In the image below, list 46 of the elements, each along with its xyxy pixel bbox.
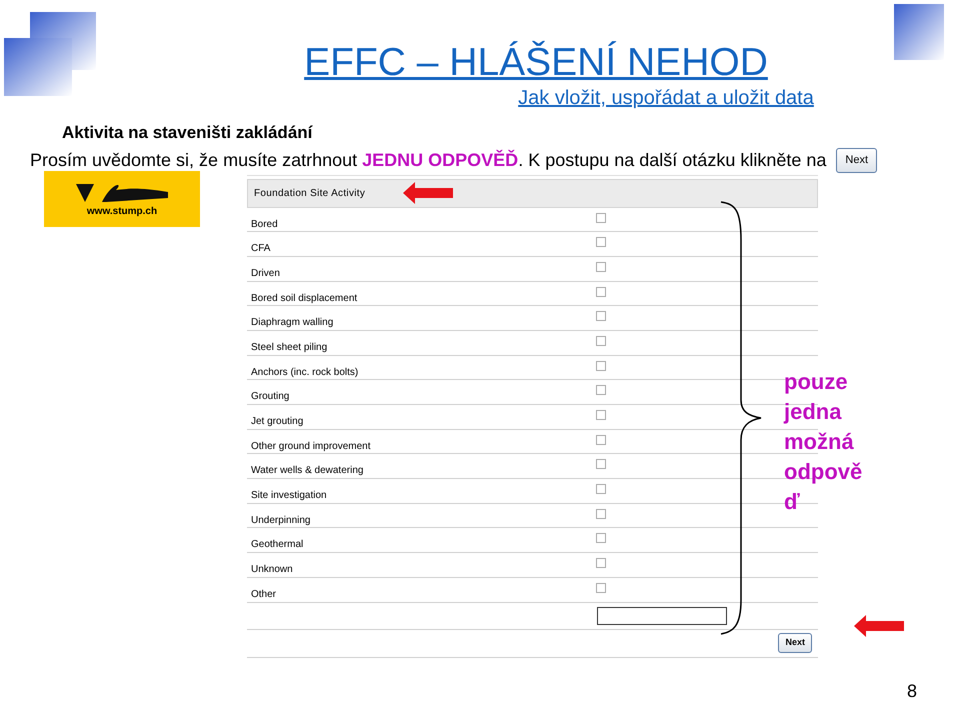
checkbox[interactable] bbox=[596, 237, 606, 248]
checkbox[interactable] bbox=[596, 484, 606, 494]
checkbox[interactable] bbox=[596, 434, 606, 445]
option-label: Driven bbox=[250, 266, 281, 281]
checkbox[interactable] bbox=[596, 212, 606, 222]
option-label: Geothermal bbox=[250, 538, 304, 552]
option-label: Anchors (inc. rock bolts) bbox=[250, 366, 360, 380]
checkbox[interactable] bbox=[596, 262, 606, 272]
option-label: Other ground improvement bbox=[250, 440, 372, 454]
square-decoration-drawing bbox=[894, 2, 944, 62]
checkbox[interactable] bbox=[596, 508, 606, 519]
checkbox[interactable] bbox=[596, 286, 606, 297]
slide-subtitle: Jak vložit, uspořádat a uložit data bbox=[518, 86, 814, 110]
page-number: 8 bbox=[906, 680, 917, 703]
arrow-icon bbox=[403, 182, 454, 204]
option-label: Diaphragm walling bbox=[250, 316, 334, 330]
checkbox[interactable] bbox=[596, 459, 606, 470]
next-button[interactable]: Next bbox=[836, 148, 878, 172]
next-button[interactable]: Next bbox=[778, 633, 812, 653]
arrow-icon bbox=[854, 614, 904, 636]
checkbox[interactable] bbox=[596, 311, 606, 322]
checkbox[interactable] bbox=[596, 336, 606, 346]
checkbox[interactable] bbox=[596, 533, 606, 544]
checkbox[interactable] bbox=[596, 558, 606, 568]
option-label: Grouting bbox=[250, 390, 290, 404]
option-label: CFA bbox=[250, 242, 272, 256]
option-label: Steel sheet piling bbox=[250, 340, 328, 355]
logo-url: www.stump.ch bbox=[86, 206, 158, 218]
option-label: Bored bbox=[250, 218, 279, 232]
checkbox[interactable] bbox=[596, 410, 606, 420]
option-label: Site investigation bbox=[250, 489, 328, 504]
checkbox[interactable] bbox=[596, 360, 606, 371]
checkbox[interactable] bbox=[596, 385, 606, 396]
option-label: Other bbox=[250, 588, 278, 602]
annotation-text: pouze jedna možná odpověď bbox=[784, 368, 864, 516]
checkbox[interactable] bbox=[596, 582, 606, 593]
section-heading: Aktivita na staveništi zakládání bbox=[62, 122, 314, 144]
option-label: Jet grouting bbox=[250, 415, 304, 429]
option-label: Water wells & dewatering bbox=[250, 464, 364, 478]
instruction-text: Prosím uvědomte si, že musíte zatrhnout JEDNU ODPOVĚĎ. K postupu na další otázku klikněte na bbox=[30, 148, 826, 172]
option-label: Underpinning bbox=[250, 514, 312, 528]
slide-title: EFFC – HLÁŠENÍ NEHOD bbox=[304, 40, 768, 86]
form-title: Foundation Site Activity bbox=[254, 186, 366, 200]
option-label: Unknown bbox=[250, 563, 294, 578]
text-field[interactable] bbox=[597, 606, 727, 624]
option-label: Bored soil displacement bbox=[250, 292, 358, 306]
